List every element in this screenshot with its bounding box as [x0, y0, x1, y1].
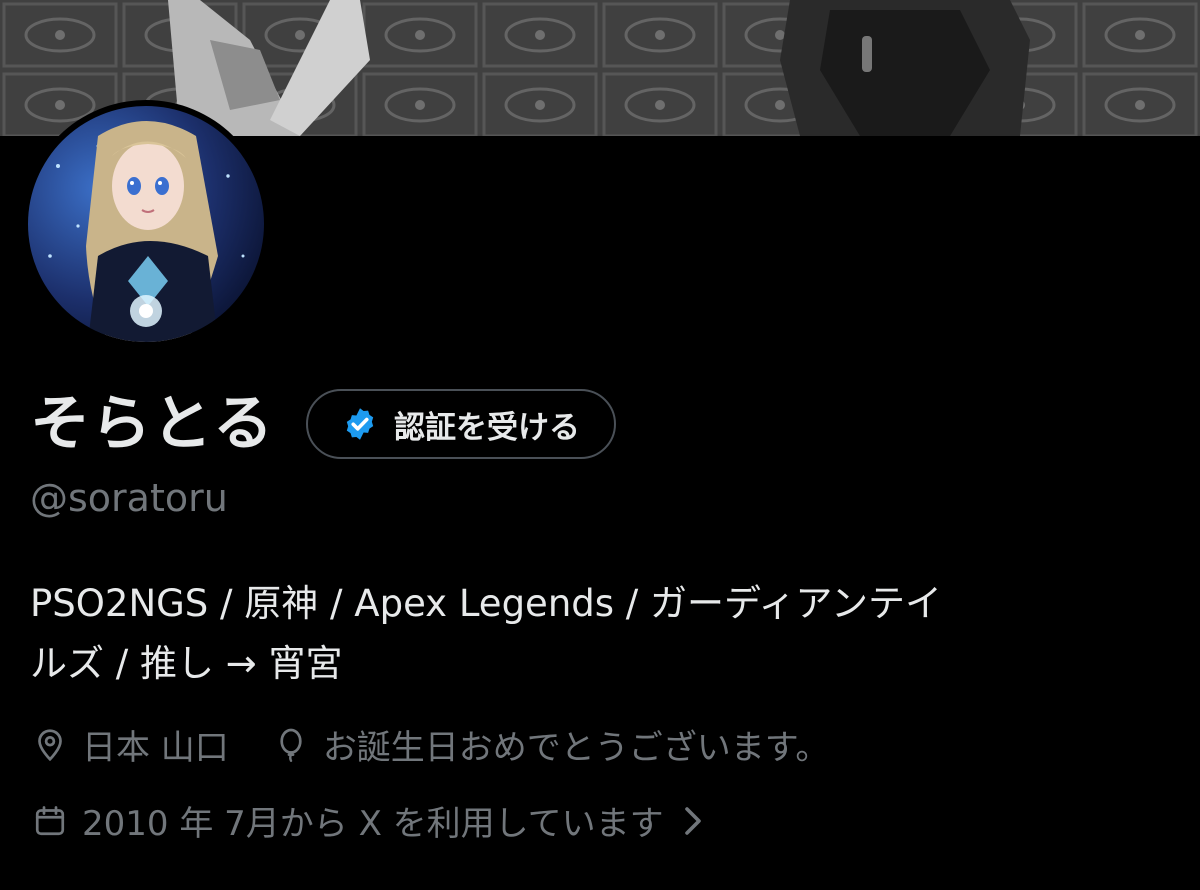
get-verified-label: 認証を受ける [394, 409, 580, 446]
bio-line: ルズ / 推し → 宵宮 [30, 642, 343, 685]
user-handle: @soratoru [30, 476, 228, 520]
display-name: そらとる [30, 389, 274, 459]
location-text: 日本 山口 [82, 728, 229, 768]
get-verified-button[interactable]: 認証を受ける [306, 389, 616, 459]
chevron-right-icon [684, 806, 701, 835]
location-pin-icon [38, 728, 62, 761]
calendar-icon [35, 805, 65, 835]
location-item: 日本 山口 [32, 720, 229, 769]
verified-badge-icon [346, 408, 374, 440]
profile-bio: PSO2NGS / 原神 / Apex Legends / ガーディアンテイ ル… [30, 574, 1170, 694]
avatar[interactable] [22, 100, 270, 348]
avatar-image [28, 106, 264, 342]
birthday-item: お誕生日おめでとうございます。 [273, 720, 830, 769]
balloon-icon [280, 728, 302, 762]
name-row: そらとる 認証を受ける [30, 386, 616, 462]
joined-row[interactable]: 2010 年 7月から X を利用しています [32, 796, 704, 845]
birthday-text: お誕生日おめでとうございます。 [322, 728, 830, 768]
profile-meta-row: 日本 山口 お誕生日おめでとうございます。 [32, 720, 873, 769]
bio-line: PSO2NGS / 原神 / Apex Legends / ガーディアンテイ [30, 582, 942, 625]
joined-text: 2010 年 7月から X を利用しています [82, 804, 664, 844]
profile-page: そらとる 認証を受ける @soratoru PSO2NGS / 原神 / Ape… [0, 0, 1200, 890]
